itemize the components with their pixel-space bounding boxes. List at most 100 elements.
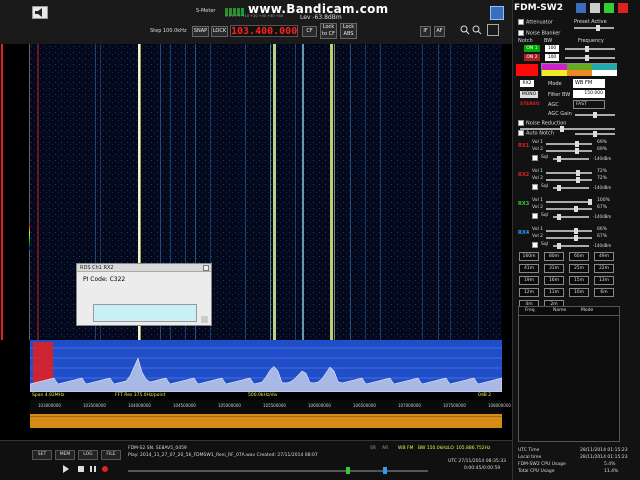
band-button-41m[interactable]: 41m — [519, 264, 539, 273]
play-icon[interactable] — [62, 465, 70, 473]
rds-scroll-down-icon[interactable] — [201, 316, 208, 323]
zoom-out-icon[interactable] — [472, 25, 482, 35]
record-icon[interactable] — [102, 466, 108, 472]
fit-icon[interactable] — [487, 24, 499, 36]
band-button-60m[interactable]: 60m — [569, 252, 589, 261]
mono-button[interactable]: MONO — [520, 91, 538, 98]
playback-position-slider[interactable] — [128, 467, 428, 474]
rx-sql-slider[interactable] — [553, 156, 589, 162]
notch1-bw-field[interactable]: 100 — [545, 45, 559, 52]
bottom-button-mem[interactable]: MEM — [55, 450, 75, 460]
lock-abs-button[interactable]: Lock ABS — [340, 23, 357, 39]
spectrum-display[interactable] — [29, 340, 503, 393]
notch2-bw-field[interactable]: 100 — [545, 54, 559, 61]
maximize-icon[interactable] — [604, 3, 614, 13]
bottom-button-set[interactable]: SET — [32, 450, 52, 460]
rx-vol2-slider[interactable] — [546, 148, 592, 154]
close-icon[interactable] — [618, 3, 628, 13]
band-button-13m[interactable]: 13m — [594, 276, 614, 285]
settings-icon[interactable] — [490, 6, 504, 20]
rds-close-icon[interactable] — [203, 265, 209, 271]
auto-notch-checkbox[interactable]: Auto Notch — [518, 130, 554, 137]
band-button-49m[interactable]: 49m — [594, 252, 614, 261]
attenuator-checkbox[interactable]: Attenuator — [518, 19, 553, 26]
rx-vol2-knob[interactable] — [574, 235, 579, 241]
rx-sql-slider[interactable] — [553, 185, 589, 191]
rx-vol2-slider[interactable] — [546, 235, 592, 241]
memory-header-name[interactable]: Name — [553, 308, 566, 313]
band-button-11m[interactable]: 11m — [544, 288, 564, 297]
rx-vol2-knob[interactable] — [576, 177, 581, 183]
band-button-31m[interactable]: 31m — [544, 264, 564, 273]
help-icon[interactable] — [576, 3, 586, 13]
agc-select[interactable]: FAST — [573, 100, 605, 109]
bottom-button-file[interactable]: FILE — [101, 450, 121, 460]
rx-group-label[interactable]: RX2 — [518, 172, 529, 178]
rx-vol2-knob[interactable] — [574, 206, 579, 212]
notch2-on-button[interactable]: ON 2 — [524, 54, 540, 61]
rx-sql-slider[interactable] — [553, 243, 589, 249]
agc-gain-slider[interactable] — [575, 112, 615, 118]
rx-vol1-knob[interactable] — [576, 170, 581, 176]
lock-button[interactable]: LOCK — [211, 26, 228, 37]
rx-group-label[interactable]: RX4 — [518, 230, 529, 236]
preset-grid[interactable] — [541, 63, 617, 76]
rx-sql-knob[interactable] — [557, 243, 561, 249]
band-button-6m[interactable]: 6m — [594, 288, 614, 297]
rx-vol1-knob[interactable] — [574, 141, 579, 147]
band-button-15m[interactable]: 15m — [569, 276, 589, 285]
filter-bw-field[interactable]: 150.000 — [573, 90, 605, 98]
notch1-on-button[interactable]: ON 1 — [524, 45, 540, 52]
notch2-frequency-slider[interactable] — [565, 55, 615, 61]
rx-sql-knob[interactable] — [557, 156, 561, 162]
cf-button[interactable]: CF — [302, 26, 317, 37]
af-button[interactable]: AF — [434, 26, 445, 37]
rx-color-swatch[interactable] — [516, 64, 538, 76]
rx-sql-checkbox[interactable] — [532, 242, 538, 248]
noise-blanker-checkbox[interactable]: Noise Blanker — [518, 30, 560, 37]
rx-sql-knob[interactable] — [557, 185, 561, 191]
rx-sql-slider[interactable] — [553, 214, 589, 220]
rx-group-label[interactable]: RX3 — [518, 201, 529, 207]
minimize-icon[interactable] — [590, 3, 600, 13]
auto-notch-slider[interactable] — [575, 131, 615, 137]
band-button-25m[interactable]: 25m — [569, 264, 589, 273]
band-button-10m[interactable]: 10m — [569, 288, 589, 297]
notch1-frequency-slider[interactable] — [565, 46, 615, 52]
band-bar[interactable] — [30, 414, 502, 428]
stop-icon[interactable] — [78, 466, 84, 472]
band-button-80m[interactable]: 80m — [544, 252, 564, 261]
speaker-icon[interactable] — [32, 6, 48, 19]
rx-vol1-slider[interactable] — [546, 170, 592, 176]
bottom-button-log[interactable]: LOG — [78, 450, 98, 460]
rx-vol2-slider[interactable] — [546, 177, 592, 183]
if-button[interactable]: IF — [420, 26, 431, 37]
rx-group-label[interactable]: RX1 — [518, 143, 529, 149]
band-button-22m[interactable]: 22m — [594, 264, 614, 273]
band-button-19m[interactable]: 19m — [519, 276, 539, 285]
rds-window-title[interactable]: RDS Ch1 RX2 — [77, 264, 211, 272]
rx-vol1-slider[interactable] — [546, 199, 592, 205]
rx-vol1-slider[interactable] — [546, 141, 592, 147]
rx-vol2-slider[interactable] — [546, 206, 592, 212]
preset-active-slider[interactable] — [574, 25, 614, 31]
mode-select[interactable]: WB FM — [573, 79, 605, 88]
pause-icon[interactable] — [90, 466, 96, 472]
rx-vol1-slider[interactable] — [546, 228, 592, 234]
zoom-in-icon[interactable] — [460, 25, 470, 35]
rds-window[interactable]: RDS Ch1 RX2 PI Code: C322 — [76, 263, 212, 326]
band-button-160m[interactable]: 160m — [519, 252, 539, 261]
rx-sql-checkbox[interactable] — [532, 213, 538, 219]
snap-button[interactable]: SNAP — [192, 26, 209, 37]
rx-sql-checkbox[interactable] — [532, 184, 538, 190]
lock-to-cf-button[interactable]: Lock to CF — [320, 23, 337, 39]
rx-sql-knob[interactable] — [557, 214, 561, 220]
frequency-display[interactable]: 103.400.000 — [230, 25, 298, 37]
rx-sql-checkbox[interactable] — [532, 155, 538, 161]
band-button-16m[interactable]: 16m — [544, 276, 564, 285]
memory-header-freq[interactable]: Freq — [525, 308, 535, 313]
rx-vol1-knob[interactable] — [573, 228, 578, 234]
band-button-12m[interactable]: 12m — [519, 288, 539, 297]
rx-vol2-knob[interactable] — [574, 148, 579, 154]
rx-vol1-knob[interactable] — [588, 199, 592, 205]
